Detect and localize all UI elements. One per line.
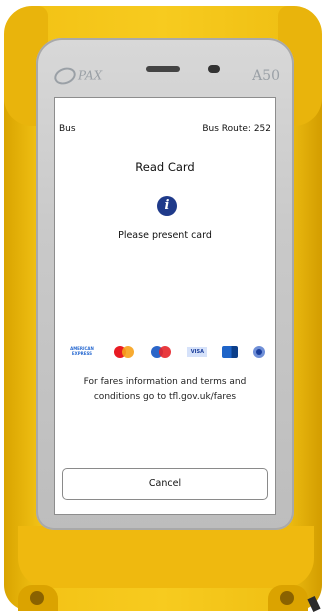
info-icon: i [157,196,177,216]
lug-hole [280,591,294,605]
mastercard-icon [113,346,136,358]
lug-hole [30,591,44,605]
fares-info-text: For fares information and terms and cond… [83,377,247,402]
model-label: A50 [252,68,280,84]
strap-lug-left [18,585,58,611]
route-label: Bus Route: 252 [202,124,271,134]
status-row: Bus Bus Route: 252 [59,124,271,134]
present-card-prompt: Please present card [118,230,212,241]
visa-icon: VISA [187,347,208,357]
american-express-icon: AMERICAN EXPRESS [70,346,94,356]
terminal-screen: Bus Bus Route: 252 Read Card i Please pr… [54,97,276,515]
speaker-grille [146,66,180,72]
strap-lug-right [268,585,308,611]
screen-title: Read Card [135,160,195,174]
brand-label: PAX [78,68,103,83]
brand-logo: PAX [51,64,103,88]
brand-mark-icon [51,64,79,88]
jcb-icon [222,346,239,358]
strap [307,595,321,613]
contactless-icon [252,346,265,358]
accepted-cards-row: AMERICAN EXPRESS VISA [65,345,265,359]
mode-label: Bus [59,124,76,134]
cancel-button[interactable]: Cancel [62,468,268,500]
case-bottom [18,526,314,588]
proximity-sensor [208,65,220,73]
maestro-icon [150,346,173,358]
